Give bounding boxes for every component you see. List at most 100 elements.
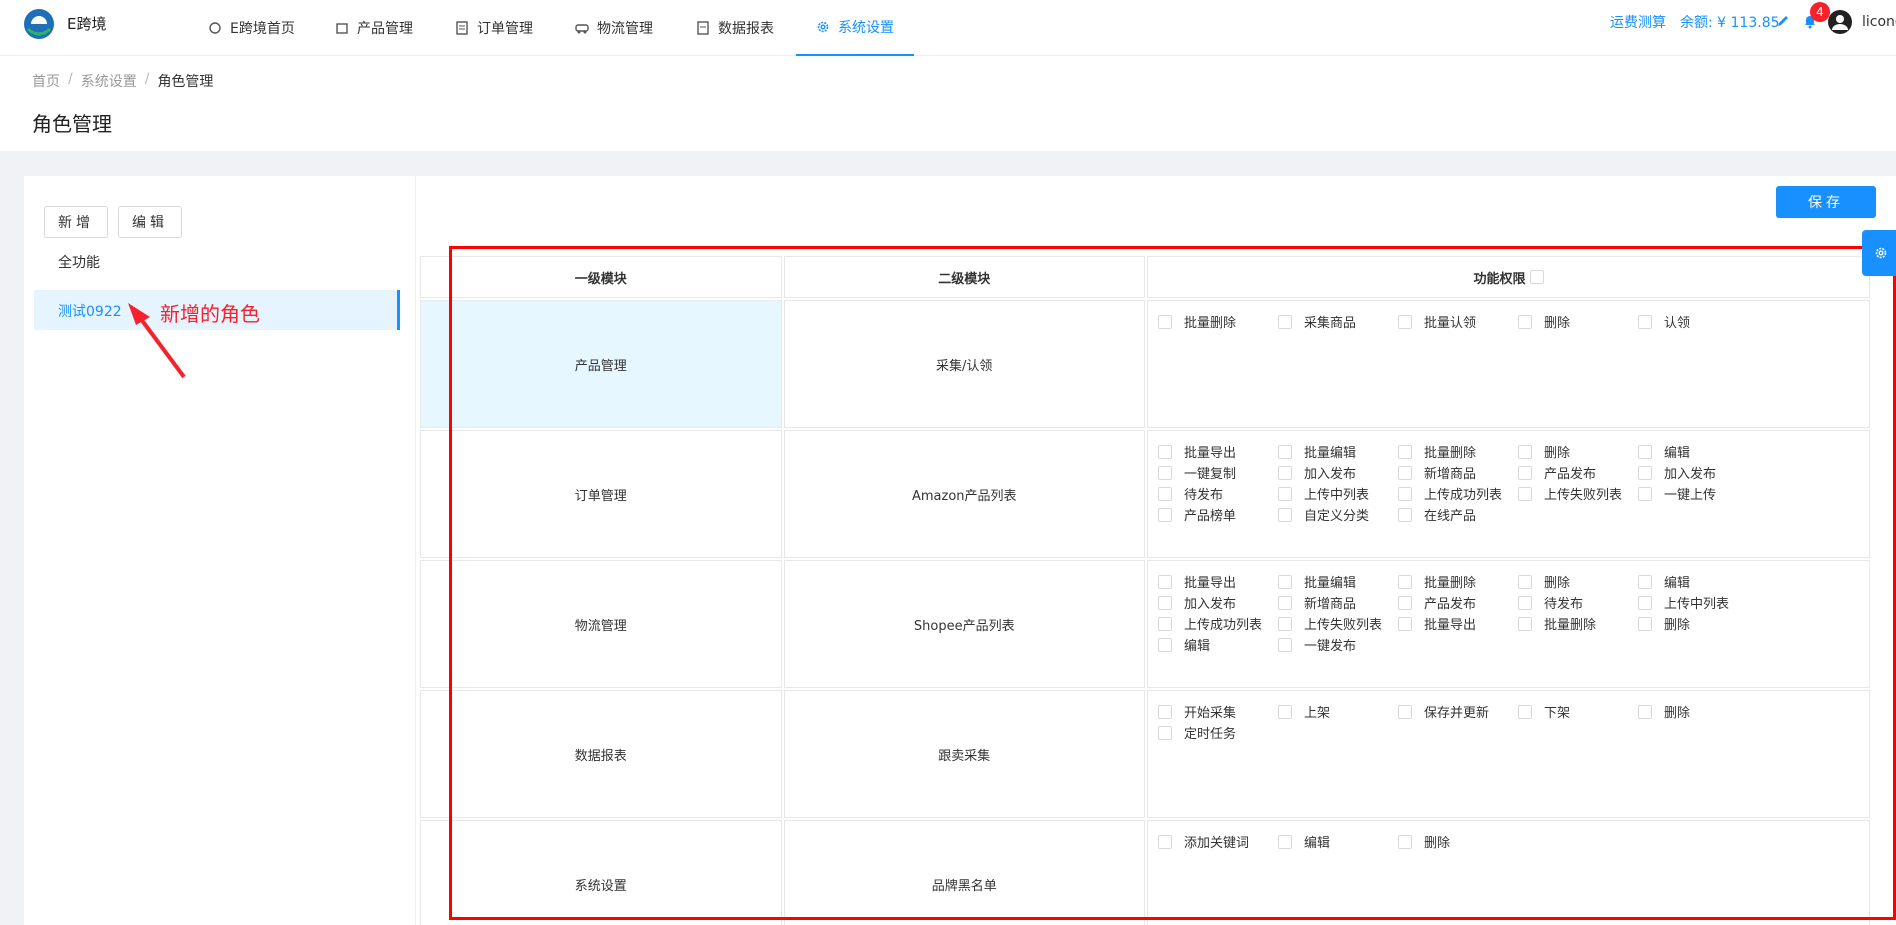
permission-item[interactable]: 上传失败列表 [1278,615,1398,633]
permission-checkbox[interactable] [1158,486,1172,501]
permission-item[interactable]: 删除 [1398,833,1518,851]
permission-item[interactable]: 批量导出 [1158,443,1278,461]
permission-item[interactable]: 定时任务 [1158,724,1278,742]
breadcrumb-settings[interactable]: 系统设置 [81,71,137,91]
permission-item[interactable]: 批量删除 [1158,313,1278,331]
permission-checkbox[interactable] [1518,616,1532,631]
permission-checkbox[interactable] [1158,725,1172,740]
permission-checkbox[interactable] [1398,465,1412,480]
nav-order[interactable]: 订单管理 [455,0,533,56]
nav-settings[interactable]: 系统设置 [796,0,914,56]
permission-item[interactable]: 下架 [1518,703,1638,721]
permission-item[interactable]: 批量认领 [1398,313,1518,331]
permission-item[interactable]: 自定义分类 [1278,506,1398,524]
nav-home[interactable]: E跨境首页 [208,0,295,56]
permission-checkbox[interactable] [1158,507,1172,522]
select-all-checkbox[interactable] [1529,270,1544,284]
permission-checkbox[interactable] [1278,616,1292,631]
permission-checkbox[interactable] [1158,574,1172,589]
permission-item[interactable]: 待发布 [1158,485,1278,503]
permission-item[interactable]: 一键发布 [1278,636,1398,654]
username[interactable]: licong [1862,0,1896,44]
permission-checkbox[interactable] [1518,314,1532,329]
permission-checkbox[interactable] [1518,444,1532,459]
permission-checkbox[interactable] [1158,704,1172,719]
permission-checkbox[interactable] [1278,704,1292,719]
permission-checkbox[interactable] [1278,507,1292,522]
permission-checkbox[interactable] [1518,574,1532,589]
nav-report[interactable]: 数据报表 [696,0,774,56]
permission-checkbox[interactable] [1398,314,1412,329]
permission-item[interactable]: 产品发布 [1398,594,1518,612]
permission-item[interactable]: 批量删除 [1398,573,1518,591]
permission-checkbox[interactable] [1278,314,1292,329]
permission-checkbox[interactable] [1398,507,1412,522]
role-item-all[interactable]: 全功能 [58,252,100,272]
permission-checkbox[interactable] [1638,595,1652,610]
permission-item[interactable]: 认领 [1638,313,1758,331]
permission-item[interactable]: 上传成功列表 [1398,485,1518,503]
permission-item[interactable]: 编辑 [1158,636,1278,654]
permission-checkbox[interactable] [1638,574,1652,589]
permission-checkbox[interactable] [1158,314,1172,329]
permission-checkbox[interactable] [1398,574,1412,589]
permission-checkbox[interactable] [1278,486,1292,501]
permission-checkbox[interactable] [1518,595,1532,610]
edit-role-button[interactable]: 编辑 [118,206,182,238]
permission-checkbox[interactable] [1278,444,1292,459]
permission-item[interactable]: 待发布 [1518,594,1638,612]
permission-item[interactable]: 采集商品 [1278,313,1398,331]
permission-checkbox[interactable] [1638,616,1652,631]
permission-item[interactable]: 批量编辑 [1278,573,1398,591]
breadcrumb-home[interactable]: 首页 [32,71,60,91]
permission-item[interactable]: 批量编辑 [1278,443,1398,461]
permission-item[interactable]: 编辑 [1638,573,1758,591]
permission-item[interactable]: 删除 [1518,443,1638,461]
permission-item[interactable]: 删除 [1638,703,1758,721]
permission-item[interactable]: 加入发布 [1278,464,1398,482]
permission-checkbox[interactable] [1398,616,1412,631]
avatar[interactable] [1828,10,1852,34]
permission-item[interactable]: 新增商品 [1398,464,1518,482]
permission-checkbox[interactable] [1158,834,1172,849]
permission-item[interactable]: 一键上传 [1638,485,1758,503]
permission-item[interactable]: 批量导出 [1158,573,1278,591]
permission-item[interactable]: 批量删除 [1518,615,1638,633]
permission-checkbox[interactable] [1158,595,1172,610]
permission-item[interactable]: 上传中列表 [1278,485,1398,503]
permission-item[interactable]: 新增商品 [1278,594,1398,612]
save-button[interactable]: 保存 [1776,186,1876,218]
permission-checkbox[interactable] [1638,444,1652,459]
nav-logistics[interactable]: 物流管理 [575,0,653,56]
permission-item[interactable]: 删除 [1638,615,1758,633]
permission-checkbox[interactable] [1638,465,1652,480]
freight-calc-link[interactable]: 运费测算 [1610,0,1666,44]
permission-item[interactable]: 产品发布 [1518,464,1638,482]
permission-checkbox[interactable] [1518,704,1532,719]
permission-checkbox[interactable] [1518,465,1532,480]
permission-checkbox[interactable] [1158,637,1172,652]
permission-checkbox[interactable] [1638,486,1652,501]
permission-checkbox[interactable] [1278,574,1292,589]
permission-item[interactable]: 开始采集 [1158,703,1278,721]
permission-checkbox[interactable] [1278,834,1292,849]
permission-checkbox[interactable] [1398,486,1412,501]
permission-item[interactable]: 产品榜单 [1158,506,1278,524]
permission-checkbox[interactable] [1158,616,1172,631]
nav-product[interactable]: 产品管理 [335,0,413,56]
permission-checkbox[interactable] [1518,486,1532,501]
permission-item[interactable]: 一键复制 [1158,464,1278,482]
permission-item[interactable]: 上传中列表 [1638,594,1758,612]
permission-item[interactable]: 保存并更新 [1398,703,1518,721]
permission-item[interactable]: 上架 [1278,703,1398,721]
permission-checkbox[interactable] [1638,704,1652,719]
permission-checkbox[interactable] [1278,637,1292,652]
permission-checkbox[interactable] [1398,834,1412,849]
permission-checkbox[interactable] [1398,595,1412,610]
permission-item[interactable]: 编辑 [1638,443,1758,461]
permission-checkbox[interactable] [1278,465,1292,480]
permission-item[interactable]: 编辑 [1278,833,1398,851]
permission-item[interactable]: 批量删除 [1398,443,1518,461]
permission-checkbox[interactable] [1398,444,1412,459]
edit-icon[interactable] [1776,14,1790,28]
